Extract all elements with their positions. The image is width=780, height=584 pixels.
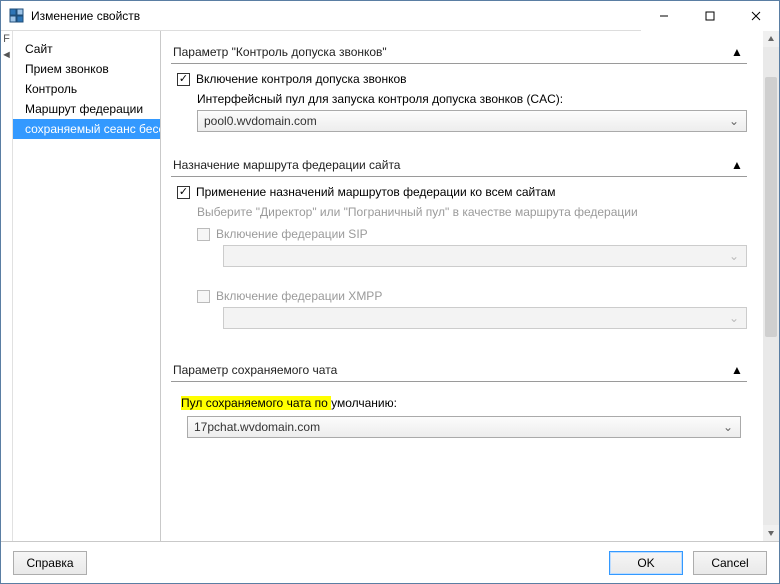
scroll-down-icon[interactable] [763,525,779,541]
button-label: Cancel [711,556,748,570]
checkbox-enable-xmpp [197,290,210,303]
checkbox-enable-sip [197,228,210,241]
collapse-icon: ▲ [729,158,745,172]
select-pchat-pool[interactable]: 17pchat.wvdomain.com ⌄ [187,416,741,438]
scroll-track[interactable] [763,47,779,525]
titlebar: Изменение свойств [1,1,779,31]
checkbox-label: Применение назначений маршрутов федераци… [196,185,556,199]
button-label: OK [637,556,654,570]
button-label: Справка [26,556,73,570]
sidebar-item-label: Сайт [25,42,53,56]
field-label-default-pchat-hl: Пул сохраняемого чата по [181,396,331,410]
chevron-down-icon: ⌄ [728,249,740,263]
checkbox-label: Включение федерации SIP [216,227,368,241]
content-area: Параметр "Контроль допуска звонков" ▲ Вк… [161,31,763,541]
ok-button[interactable]: OK [609,551,683,575]
sidebar-item-label: Маршрут федерации [25,102,143,116]
checkbox-label: Включение федерации XMPP [216,289,382,303]
sidebar: Сайт Прием звонков Контроль Маршрут феде… [13,31,161,541]
minimize-button[interactable] [641,1,687,31]
field-label-cac-pool: Интерфейсный пул для запуска контроля до… [197,92,747,106]
collapse-icon: ▲ [729,363,745,377]
sidebar-item-label: Прием звонков [25,62,109,76]
dialog-body: F ◄ Сайт Прием звонков Контроль Маршрут … [1,31,779,541]
dialog-footer: Справка OK Cancel [1,541,779,583]
left-strip-arrow: ◄ [1,49,12,61]
sidebar-item-label: сохраняемый сеанс беседы [25,122,160,136]
left-strip: F ◄ [1,31,13,541]
select-xmpp-pool: ⌄ [223,307,747,329]
help-button[interactable]: Справка [13,551,87,575]
main-panel: Параметр "Контроль допуска звонков" ▲ Вк… [161,31,779,541]
chevron-down-icon: ⌄ [722,420,734,434]
main-scrollbar[interactable] [763,31,779,541]
section-header-cac[interactable]: Параметр "Контроль допуска звонков" ▲ [171,41,747,64]
select-value: 17pchat.wvdomain.com [194,420,722,434]
sidebar-item-site[interactable]: Сайт [13,39,160,59]
sidebar-item-label: Контроль [25,82,77,96]
close-button[interactable] [733,1,779,31]
section-title: Назначение маршрута федерации сайта [173,158,729,172]
checkbox-label: Включение контроля допуска звонков [196,72,407,86]
chevron-down-icon: ⌄ [728,311,740,325]
field-label-choose-route: Выберите "Директор" или "Пограничный пул… [197,205,747,219]
collapse-icon: ▲ [729,45,745,59]
scroll-thumb[interactable] [765,77,777,337]
properties-dialog: Изменение свойств F ◄ Сайт Прием звонков… [0,0,780,584]
sidebar-item-control[interactable]: Контроль [13,79,160,99]
app-icon [9,8,25,24]
left-strip-glyph: F [3,33,10,45]
section-title: Параметр сохраняемого чата [173,363,729,377]
section-header-pchat[interactable]: Параметр сохраняемого чата ▲ [171,359,747,382]
field-label-default-pchat-rest: умолчанию: [331,396,397,410]
select-sip-pool: ⌄ [223,245,747,267]
sidebar-item-call-admission[interactable]: Прием звонков [13,59,160,79]
cancel-button[interactable]: Cancel [693,551,767,575]
sidebar-item-federation-route[interactable]: Маршрут федерации [13,99,160,119]
scroll-up-icon[interactable] [763,31,779,47]
sidebar-item-persistent-chat[interactable]: сохраняемый сеанс беседы [13,119,160,139]
window-title: Изменение свойств [31,9,140,23]
select-cac-pool[interactable]: pool0.wvdomain.com ⌄ [197,110,747,132]
checkbox-apply-federation-all[interactable] [177,186,190,199]
select-value: pool0.wvdomain.com [204,114,728,128]
checkbox-enable-cac[interactable] [177,73,190,86]
chevron-down-icon: ⌄ [728,114,740,128]
section-title: Параметр "Контроль допуска звонков" [173,45,729,59]
section-header-federation[interactable]: Назначение маршрута федерации сайта ▲ [171,154,747,177]
maximize-button[interactable] [687,1,733,31]
